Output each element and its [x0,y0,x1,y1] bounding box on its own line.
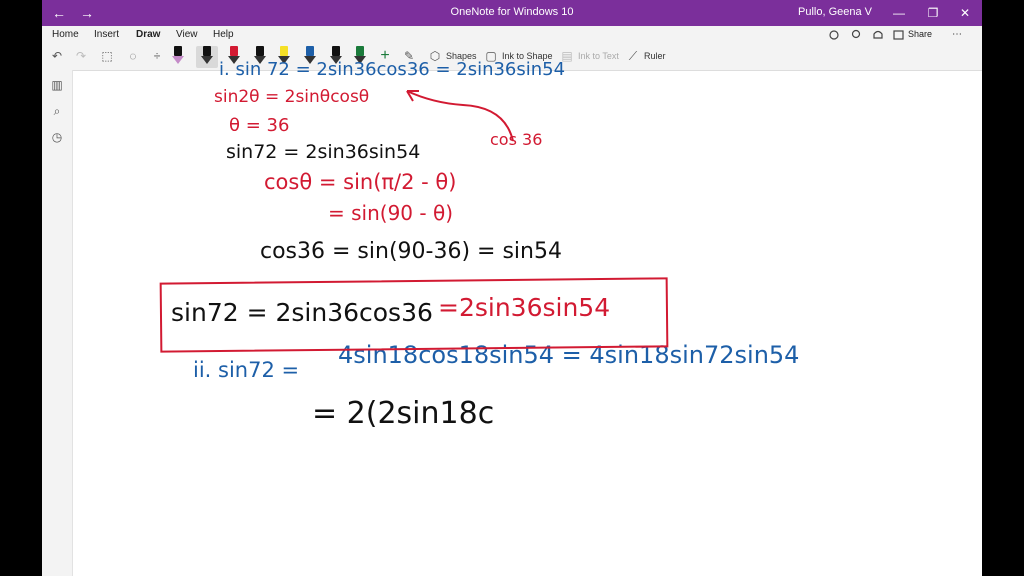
add-space-icon[interactable]: ÷ [150,49,164,63]
ink-line-top-partial: i. sin 72 = 2sin36cos36 = 2sin36sin54 [219,59,566,80]
close-icon[interactable]: ✕ [954,4,976,22]
ink-part-ii-label: ii. sin72 = [193,358,300,382]
share-button[interactable]: Share [908,29,932,39]
user-name[interactable]: Pullo, Geena V [798,6,872,18]
pen-1[interactable] [172,46,184,66]
onenote-window: ← → OneNote for Windows 10 Pullo, Geena … [42,0,982,576]
search-icon[interactable]: ⌕ [50,104,64,118]
more-icon[interactable]: ⋯ [952,29,962,40]
ink-last-line: = 2(2sin18c [312,396,495,431]
notebooks-icon[interactable]: ▥ [50,78,64,92]
ink-cos-theta: cosθ = sin(π/2 - θ) [264,170,457,194]
ink-theta-36: θ = 36 [229,115,290,136]
ink-sin72-line: sin72 = 2sin36sin54 [226,141,421,163]
ink-sin90: = sin(90 - θ) [328,201,453,225]
title-bar: ← → OneNote for Windows 10 Pullo, Geena … [42,0,982,26]
pen-2[interactable] [201,46,213,66]
tab-insert[interactable]: Insert [94,29,119,40]
ink-sin2theta: sin2θ = 2sinθcosθ [214,87,370,107]
ink-cos36-line: cos36 = sin(90-36) = sin54 [260,239,562,264]
tab-draw[interactable]: Draw [136,29,160,40]
redo-icon[interactable]: ↷ [74,49,88,63]
tab-home[interactable]: Home [52,29,79,40]
ink-annotation-cos36: cos 36 [490,130,543,149]
answer-box [159,277,669,353]
tab-view[interactable]: View [176,29,198,40]
undo-icon[interactable]: ↶ [50,49,64,63]
maximize-icon[interactable]: ❐ [922,4,944,22]
menu-bar: Home Insert Draw View Help Share ⋯ [42,26,982,68]
recent-icon[interactable]: ◷ [50,130,64,144]
eraser-icon[interactable]: ◌ [126,49,140,63]
left-sidebar: ▥ ⌕ ◷ [42,70,73,576]
ink-to-text-button[interactable]: Ink to Text [578,51,619,61]
bell-icon [873,30,883,39]
ruler-icon[interactable]: ⟋ [626,49,640,63]
share-icon [893,30,904,40]
lasso-select-icon[interactable]: ⬚ [100,49,114,63]
tab-help[interactable]: Help [213,29,234,40]
ruler-button[interactable]: Ruler [644,51,666,61]
minimize-icon[interactable]: — [888,4,910,22]
sync-icon [829,30,839,40]
lightbulb-icon [851,29,861,39]
